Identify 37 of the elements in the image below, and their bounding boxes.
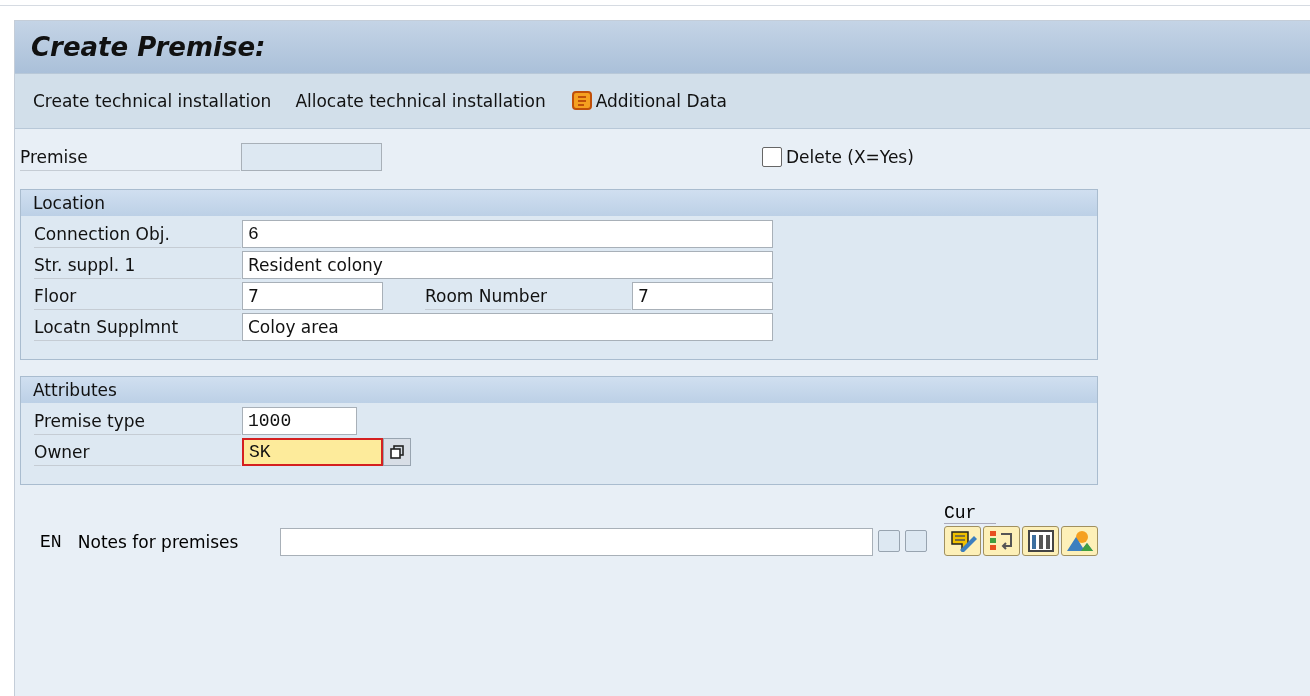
group-title: Attributes <box>21 377 1097 403</box>
icon-button[interactable] <box>983 526 1020 556</box>
icon-button[interactable] <box>1022 526 1059 556</box>
field-label: Locatn Supplmnt <box>34 313 241 341</box>
field-label: Notes for premises <box>77 531 240 554</box>
group-title: Location <box>21 190 1097 216</box>
copy-icon <box>389 444 405 460</box>
checkbox[interactable] <box>762 147 782 167</box>
input-field[interactable]: 6 <box>242 220 773 248</box>
field-label: Premise type <box>34 407 241 435</box>
toolbar-button[interactable]: Additional Data <box>565 85 731 117</box>
input-field[interactable]: Resident colony <box>242 251 773 279</box>
field-label: Room Number <box>425 282 631 310</box>
field-label: Connection Obj. <box>34 220 241 248</box>
table-columns-icon <box>1025 530 1056 552</box>
input-field[interactable]: 7 <box>242 282 383 310</box>
checkbox[interactable] <box>905 530 927 552</box>
input-field[interactable]: Coloy area <box>242 313 773 341</box>
notes-field[interactable] <box>279 528 874 556</box>
window-title: Create Premise: <box>31 32 266 62</box>
field-label: Premise <box>20 143 240 171</box>
field-label: Str. suppl. 1 <box>34 251 241 279</box>
checkbox-label: Delete (X=Yes) <box>786 147 914 167</box>
value-help-button[interactable] <box>383 438 411 466</box>
landscape-icon <box>1064 530 1095 552</box>
icon-button[interactable] <box>944 526 981 556</box>
scroll-icon <box>569 89 594 113</box>
toolbar-button[interactable]: Create technical installation <box>29 87 276 115</box>
input-field[interactable]: SK <box>242 438 383 466</box>
input-field[interactable]: 7 <box>632 282 773 310</box>
toolbar-button[interactable]: Allocate technical installation <box>291 87 550 115</box>
field-label: Floor <box>34 282 241 310</box>
input-field[interactable]: 1000 <box>242 407 357 435</box>
column-label: Cur <box>944 503 996 524</box>
checkbox[interactable] <box>878 530 901 552</box>
field-label: Owner <box>34 438 241 466</box>
language-code: EN <box>40 531 63 554</box>
